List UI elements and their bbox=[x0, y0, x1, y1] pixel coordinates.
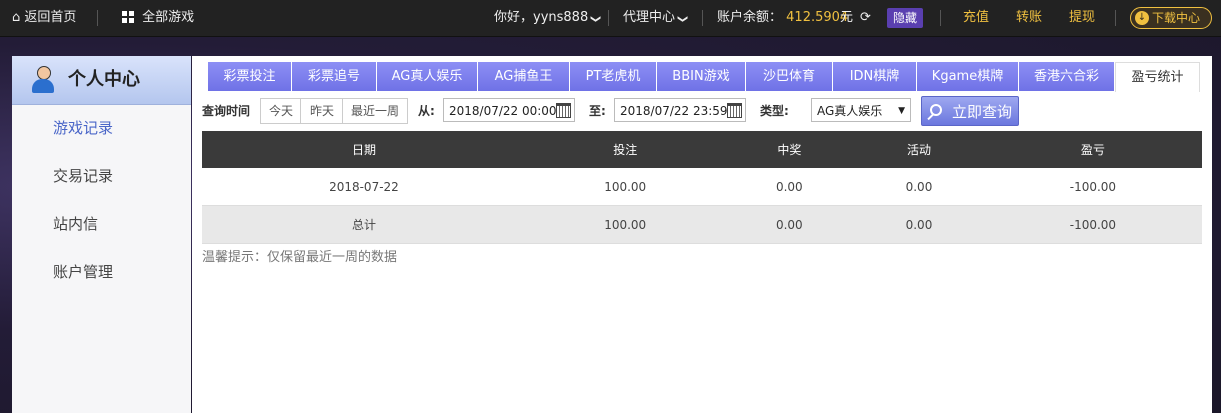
column-header-profit-loss: 盈亏 bbox=[983, 131, 1202, 168]
all-games-link[interactable]: 全部游戏 bbox=[122, 0, 194, 36]
divider bbox=[702, 10, 703, 26]
to-date-value: 2018/07/22 23:59 bbox=[620, 104, 728, 118]
cell-win: 0.00 bbox=[724, 168, 855, 206]
total-profit-loss: -100.00 bbox=[983, 205, 1202, 244]
table-row: 2018-07-22 100.00 0.00 0.00 -100.00 bbox=[202, 168, 1202, 206]
tab-hk-mark-six[interactable]: 香港六合彩 bbox=[1019, 62, 1115, 91]
refresh-icon[interactable]: ⟳ bbox=[860, 0, 871, 36]
type-select[interactable]: AG真人娱乐 ▼ bbox=[811, 98, 911, 122]
tab-bbin-games[interactable]: BBIN游戏 bbox=[657, 62, 746, 91]
user-avatar-icon bbox=[30, 66, 56, 94]
tab-kgame-cards[interactable]: Kgame棋牌 bbox=[917, 62, 1019, 91]
type-label: 类型: bbox=[760, 104, 789, 118]
search-button-label: 立即查询 bbox=[952, 103, 1013, 121]
divider bbox=[1115, 10, 1116, 26]
total-promotion: 0.00 bbox=[854, 205, 984, 244]
download-center-button[interactable]: ↓ 下载中心 bbox=[1130, 7, 1212, 29]
divider bbox=[97, 10, 98, 26]
top-bar: ⌂ 返回首页 全部游戏 你好，yyns888 ❯ 代理中心 ❯ 账户余额： 412.… bbox=[0, 0, 1221, 37]
filter-bar: 查询时间 今天 昨天 最近一周 从: 2018/07/22 00:00 至: 2… bbox=[192, 96, 1212, 126]
to-date-input[interactable]: 2018/07/22 23:59 bbox=[614, 98, 746, 122]
cell-bet: 100.00 bbox=[525, 168, 725, 206]
divider bbox=[608, 10, 609, 26]
cell-date: 2018-07-22 bbox=[202, 168, 526, 206]
home-label: 返回首页 bbox=[24, 10, 77, 25]
column-header-promotion: 活动 bbox=[854, 131, 984, 168]
main-panel: 彩票投注 彩票追号 AG真人娱乐 AG捕鱼王 PT老虎机 BBIN游戏 沙巴体育… bbox=[192, 56, 1212, 413]
dropdown-arrow-icon: ▼ bbox=[898, 106, 905, 116]
profit-loss-table: 日期 投注 中奖 活动 盈亏 2018-07-22 100.00 0.00 0.… bbox=[202, 131, 1202, 244]
type-select-value: AG真人娱乐 bbox=[817, 104, 883, 118]
tab-ag-fishing[interactable]: AG捕鱼王 bbox=[478, 62, 570, 91]
tab-lottery-chase[interactable]: 彩票追号 bbox=[292, 62, 377, 91]
hide-balance-button[interactable]: 隐藏 bbox=[887, 8, 924, 28]
download-label: 下载中心 bbox=[1152, 11, 1201, 25]
sidebar-item-account-management[interactable]: 账户管理 bbox=[53, 260, 113, 284]
column-header-date: 日期 bbox=[202, 131, 526, 168]
table-header-row: 日期 投注 中奖 活动 盈亏 bbox=[202, 131, 1202, 168]
sidebar-item-transaction-records[interactable]: 交易记录 bbox=[53, 164, 113, 188]
grid-icon bbox=[122, 10, 134, 23]
total-win: 0.00 bbox=[724, 205, 855, 244]
all-games-label: 全部游戏 bbox=[142, 10, 195, 25]
download-icon: ↓ bbox=[1135, 10, 1149, 25]
greeting-text: 你好，yyns888 bbox=[494, 10, 589, 25]
last-week-button[interactable]: 最近一周 bbox=[342, 98, 408, 124]
balance-display: 账户余额： 412.5904 bbox=[717, 0, 848, 36]
total-label: 总计 bbox=[202, 205, 526, 244]
balance-unit: 元 bbox=[840, 10, 854, 25]
withdraw-link[interactable]: 提现 bbox=[1069, 0, 1095, 36]
cell-promotion: 0.00 bbox=[854, 168, 984, 206]
search-button[interactable]: 立即查询 bbox=[921, 96, 1019, 126]
recharge-link[interactable]: 充值 bbox=[963, 0, 989, 36]
calendar-icon[interactable] bbox=[727, 103, 742, 118]
column-header-win: 中奖 bbox=[724, 131, 855, 168]
query-time-label: 查询时间 bbox=[202, 104, 251, 118]
user-menu[interactable]: 你好，yyns888 ❯ bbox=[494, 0, 601, 36]
tab-pt-slots[interactable]: PT老虎机 bbox=[570, 62, 657, 91]
cell-profit-loss: -100.00 bbox=[983, 168, 1202, 206]
total-bet: 100.00 bbox=[525, 205, 725, 244]
table-total-row: 总计 100.00 0.00 0.00 -100.00 bbox=[202, 205, 1202, 244]
to-label: 至: bbox=[589, 104, 606, 118]
tip-text: 温馨提示：仅保留最近一周的数据 bbox=[202, 250, 398, 265]
transfer-link[interactable]: 转账 bbox=[1016, 0, 1042, 36]
sidebar-item-game-records[interactable]: 游戏记录 bbox=[53, 116, 113, 140]
sidebar: 个人中心 游戏记录 交易记录 站内信 账户管理 bbox=[12, 56, 191, 413]
tab-ag-live[interactable]: AG真人娱乐 bbox=[377, 62, 478, 91]
tab-profit-loss[interactable]: 盈亏统计 bbox=[1115, 62, 1200, 92]
agent-center-menu[interactable]: 代理中心 ❯ bbox=[623, 0, 688, 36]
sidebar-title: 个人中心 bbox=[68, 69, 140, 90]
yesterday-button[interactable]: 昨天 bbox=[300, 98, 344, 124]
from-date-value: 2018/07/22 00:00 bbox=[449, 104, 557, 118]
home-icon: ⌂ bbox=[12, 10, 21, 25]
divider bbox=[940, 10, 941, 26]
balance-label: 账户余额： bbox=[717, 10, 783, 25]
sidebar-header: 个人中心 bbox=[12, 56, 191, 105]
column-header-bet: 投注 bbox=[525, 131, 725, 168]
search-icon bbox=[930, 104, 942, 116]
tab-idn-cards[interactable]: IDN棋牌 bbox=[833, 62, 917, 91]
home-link[interactable]: ⌂ 返回首页 bbox=[12, 0, 76, 36]
from-label: 从: bbox=[418, 104, 435, 118]
calendar-icon[interactable] bbox=[556, 103, 571, 118]
sidebar-item-messages[interactable]: 站内信 bbox=[53, 212, 98, 236]
from-date-input[interactable]: 2018/07/22 00:00 bbox=[443, 98, 575, 122]
today-button[interactable]: 今天 bbox=[260, 98, 302, 124]
tab-lottery-bets[interactable]: 彩票投注 bbox=[208, 62, 292, 91]
tab-saba-sports[interactable]: 沙巴体育 bbox=[746, 62, 833, 91]
balance-amount: 412.5904 bbox=[786, 10, 849, 25]
chevron-down-icon: ❯ bbox=[677, 14, 689, 24]
